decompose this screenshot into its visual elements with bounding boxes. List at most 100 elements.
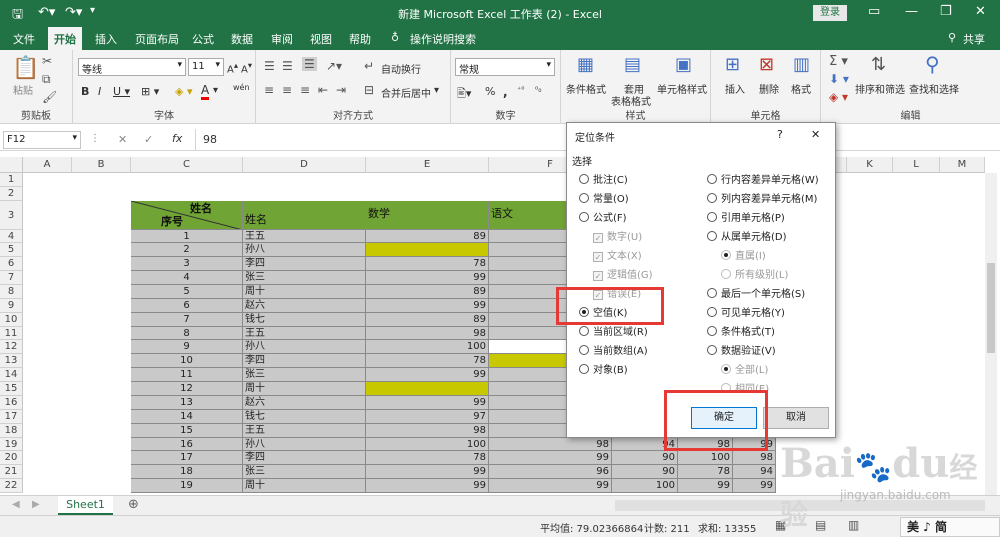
table-row-name[interactable]: 李四 [243, 354, 366, 369]
table-row-name[interactable]: 周十 [243, 382, 366, 396]
font-name-combo[interactable]: 等线 ▾ [78, 58, 186, 76]
header-diagonal-cell[interactable]: 姓名 序号 [131, 200, 243, 230]
orientation-icon[interactable]: ↗▾ [326, 59, 342, 73]
table-row-chinese[interactable]: 98 [489, 437, 612, 452]
minimize-icon[interactable]: — [905, 4, 918, 19]
comma-icon[interactable]: , [503, 85, 508, 99]
row-header[interactable]: 13 [0, 354, 23, 369]
option-right-2[interactable]: 引用单元格(P) [707, 209, 785, 224]
radio-icon[interactable] [707, 231, 717, 241]
radio-icon[interactable] [707, 307, 717, 317]
table-row-seq[interactable]: 17 [131, 451, 243, 466]
table-row-seq[interactable]: 15 [131, 423, 243, 438]
table-row-name[interactable]: 王五 [243, 326, 366, 341]
radio-icon[interactable] [707, 212, 717, 222]
font-color-icon[interactable]: A [201, 83, 210, 100]
decrease-font-icon[interactable]: A▾ [241, 60, 252, 75]
table-row-seq[interactable]: 8 [131, 326, 243, 341]
option-right-10[interactable]: 全部(L) [721, 361, 768, 376]
table-row-score-g[interactable]: 100 [612, 479, 678, 493]
column-header-b[interactable]: B [72, 157, 131, 173]
number-format-combo[interactable]: 常规 ▾ [455, 58, 555, 76]
cell-styles-button[interactable]: 单元格样式 [657, 81, 707, 96]
table-row-seq[interactable]: 9 [131, 340, 243, 355]
table-row-math[interactable]: 89 [366, 284, 489, 299]
copy-icon[interactable]: ⧉ [42, 72, 51, 87]
merge-dropdown-icon[interactable]: ▾ [434, 85, 439, 96]
row-header[interactable]: 11 [0, 326, 23, 341]
row-header[interactable]: 3 [0, 200, 23, 230]
table-row-name[interactable]: 孙八 [243, 243, 366, 258]
option-right-1[interactable]: 列内容差异单元格(M) [707, 190, 817, 205]
table-row-seq[interactable]: 19 [131, 479, 243, 493]
percent-icon[interactable]: % [485, 85, 495, 98]
radio-icon[interactable] [579, 345, 589, 355]
row-header[interactable]: 10 [0, 312, 23, 327]
header-name-cell[interactable]: 姓名 [243, 200, 366, 230]
table-row-math[interactable]: 99 [366, 465, 489, 480]
table-row-chinese[interactable]: 96 [489, 465, 612, 480]
table-row-math[interactable]: 99 [366, 479, 489, 493]
formula-options-icon[interactable]: ⋮ [90, 133, 100, 144]
table-row-seq[interactable]: 7 [131, 312, 243, 327]
table-row-math[interactable]: 99 [366, 395, 489, 410]
column-header-a[interactable]: A [23, 157, 72, 173]
column-header-k[interactable]: K [847, 157, 893, 173]
table-row-chinese[interactable]: 99 [489, 451, 612, 466]
option-left-1[interactable]: 常量(O) [579, 190, 629, 205]
border-icon[interactable]: ⊞ ▾ [141, 85, 159, 98]
format-cells-icon[interactable]: ▥ [793, 54, 810, 75]
insert-cells-button[interactable]: 插入 [725, 81, 745, 96]
decrease-decimal-icon[interactable]: ⁰₀ [535, 85, 541, 94]
row-header[interactable]: 4 [0, 229, 23, 244]
table-row-name[interactable]: 王五 [243, 229, 366, 244]
paste-icon[interactable]: 📋 [12, 56, 39, 81]
table-row-seq[interactable]: 18 [131, 465, 243, 480]
table-row-seq[interactable]: 6 [131, 298, 243, 313]
align-center-icon[interactable]: ≡ [282, 83, 292, 97]
login-button[interactable]: 登录 [813, 5, 847, 21]
radio-icon[interactable] [707, 326, 717, 336]
row-header[interactable]: 19 [0, 437, 23, 452]
column-header-e[interactable]: E [366, 157, 489, 173]
checkbox-icon[interactable]: ✓ [593, 233, 603, 243]
name-box[interactable]: F12 ▾ [3, 131, 81, 149]
radio-icon[interactable] [579, 364, 589, 374]
table-row-seq[interactable]: 11 [131, 368, 243, 383]
table-row-math[interactable]: 89 [366, 229, 489, 244]
sort-filter-button[interactable]: 排序和筛选 [855, 81, 905, 96]
align-left-icon[interactable]: ≡ [264, 83, 274, 97]
option-right-8[interactable]: 条件格式(T) [707, 323, 775, 338]
align-right-icon[interactable]: ≡ [300, 83, 310, 97]
accounting-icon[interactable]: 🖹▾ [457, 85, 471, 104]
tab-home[interactable]: 开始 [48, 27, 82, 50]
table-row-math[interactable] [366, 243, 489, 258]
confirm-entry-icon[interactable]: ✓ [144, 133, 153, 146]
italic-icon[interactable]: I [98, 85, 101, 98]
autosum-icon[interactable]: Σ ▾ [829, 54, 848, 69]
format-as-table-icon[interactable]: ▤ [624, 54, 641, 75]
option-left-0[interactable]: 批注(C) [579, 171, 628, 186]
add-sheet-icon[interactable]: ⊕ [128, 497, 139, 512]
table-row-seq[interactable]: 10 [131, 354, 243, 369]
clear-icon[interactable]: ◈ ▾ [829, 90, 848, 104]
row-header[interactable]: 20 [0, 451, 23, 466]
radio-icon[interactable] [707, 174, 717, 184]
table-row-math[interactable]: 78 [366, 354, 489, 369]
table-row-math[interactable]: 89 [366, 312, 489, 327]
conditional-format-button[interactable]: 条件格式 [566, 81, 606, 96]
table-row-score-h[interactable]: 78 [678, 465, 733, 480]
share-user-icon[interactable]: ⚲ [948, 31, 956, 44]
phonetic-icon[interactable]: wén [233, 83, 250, 92]
option-right-5[interactable]: 所有级别(L) [721, 266, 788, 281]
table-row-name[interactable]: 周十 [243, 284, 366, 299]
insert-function-icon[interactable]: fx [172, 132, 182, 145]
table-row-math[interactable] [366, 382, 489, 396]
table-row-name[interactable]: 李四 [243, 451, 366, 466]
table-row-math[interactable]: 98 [366, 326, 489, 341]
table-row-name[interactable]: 张三 [243, 465, 366, 480]
tab-review[interactable]: 审阅 [271, 31, 293, 47]
table-row-name[interactable]: 王五 [243, 423, 366, 438]
increase-indent-icon[interactable]: ⇥ [336, 83, 346, 97]
format-as-table-line2[interactable]: 表格格式 [611, 93, 651, 108]
